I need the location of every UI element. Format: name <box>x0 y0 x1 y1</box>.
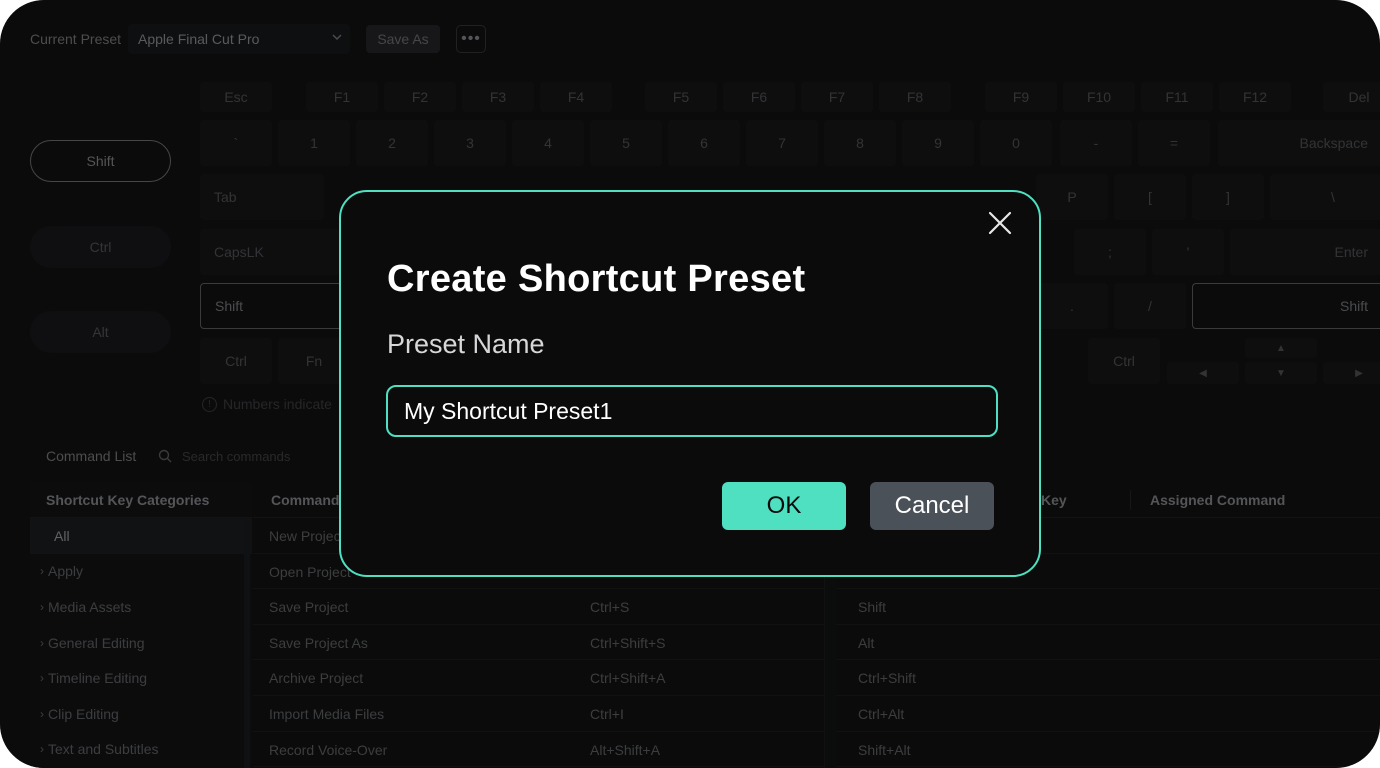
create-preset-dialog: Create Shortcut Preset Preset Name OK Ca… <box>339 190 1041 577</box>
cancel-button[interactable]: Cancel <box>870 482 994 530</box>
ok-button[interactable]: OK <box>722 482 846 530</box>
preset-name-label: Preset Name <box>387 329 545 359</box>
shortcut-settings-window: Current Preset Apple Final Cut Pro Save … <box>0 0 1380 768</box>
close-icon[interactable] <box>987 210 1013 236</box>
preset-name-input[interactable] <box>386 385 998 437</box>
dialog-title: Create Shortcut Preset <box>387 258 806 300</box>
